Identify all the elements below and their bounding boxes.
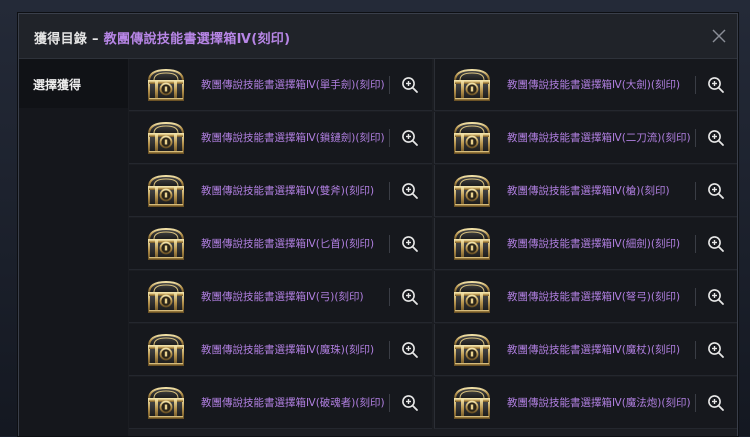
sidebar-item-label: 選擇獲得	[33, 78, 82, 92]
treasure-chest-icon	[146, 120, 186, 156]
reward-item-name: 教團傳說技能書選擇箱Ⅳ(破魂者)(刻印)	[201, 396, 385, 409]
reward-item-name: 教團傳說技能書選擇箱Ⅳ(魔杖)(刻印)	[507, 343, 681, 356]
reward-item[interactable]: 教團傳說技能書選擇箱Ⅳ(二刀流)(刻印)	[434, 112, 737, 164]
magnifier-zoom-icon[interactable]	[401, 288, 419, 306]
magnifier-zoom-icon[interactable]	[401, 394, 419, 412]
reward-item[interactable]: 教團傳說技能書選擇箱Ⅳ(大劍)(刻印)	[434, 59, 737, 111]
divider	[695, 235, 696, 253]
reward-item-name: 教團傳說技能書選擇箱Ⅳ(鎖鏈劍)(刻印)	[201, 131, 385, 144]
divider	[695, 76, 696, 94]
magnifier-zoom-icon[interactable]	[707, 341, 725, 359]
reward-item-name: 教團傳說技能書選擇箱Ⅳ(大劍)(刻印)	[507, 78, 681, 91]
treasure-chest-icon	[146, 173, 186, 209]
sidebar: 選擇獲得	[19, 59, 128, 436]
sidebar-item-choose-reward[interactable]: 選擇獲得	[19, 59, 128, 108]
dialog-title-prefix: 獲得目錄 –	[34, 32, 104, 47]
close-icon[interactable]	[711, 28, 727, 44]
treasure-chest-icon	[146, 332, 186, 368]
reward-item[interactable]: 教團傳說技能書選擇箱Ⅳ(魔杖)(刻印)	[434, 324, 737, 376]
divider	[695, 182, 696, 200]
treasure-chest-icon	[452, 226, 492, 262]
reward-item-name: 教團傳說技能書選擇箱Ⅳ(魔珠)(刻印)	[201, 343, 375, 356]
reward-item-name: 教團傳說技能書選擇箱Ⅳ(雙斧)(刻印)	[201, 184, 375, 197]
reward-item-name: 教團傳說技能書選擇箱Ⅳ(匕首)(刻印)	[201, 237, 375, 250]
divider	[695, 129, 696, 147]
magnifier-zoom-icon[interactable]	[401, 182, 419, 200]
reward-item[interactable]: 教團傳說技能書選擇箱Ⅳ(魔珠)(刻印)	[129, 324, 432, 376]
reward-item-name: 教團傳說技能書選擇箱Ⅳ(弩弓)(刻印)	[507, 290, 681, 303]
magnifier-zoom-icon[interactable]	[401, 129, 419, 147]
magnifier-zoom-icon[interactable]	[401, 235, 419, 253]
reward-item[interactable]: 教團傳說技能書選擇箱Ⅳ(鎖鏈劍)(刻印)	[129, 112, 432, 164]
dialog-title-item: 教團傳說技能書選擇箱Ⅳ(刻印)	[103, 32, 291, 47]
reward-item[interactable]: 教團傳說技能書選擇箱Ⅳ(單手劍)(刻印)	[129, 59, 432, 111]
divider	[389, 129, 390, 147]
divider	[695, 394, 696, 412]
magnifier-zoom-icon[interactable]	[707, 76, 725, 94]
reward-item-name: 教團傳說技能書選擇箱Ⅳ(魔法炮)(刻印)	[507, 396, 691, 409]
divider	[695, 288, 696, 306]
divider	[695, 341, 696, 359]
dialog-header: 獲得目錄 – 教團傳說技能書選擇箱Ⅳ(刻印)	[19, 14, 737, 59]
treasure-chest-icon	[452, 67, 492, 103]
reward-grid: 教團傳說技能書選擇箱Ⅳ(單手劍)(刻印) 教團傳說技能書選擇箱Ⅳ(大劍)(刻印)	[129, 59, 737, 437]
reward-list-dialog: 獲得目錄 – 教團傳說技能書選擇箱Ⅳ(刻印) 選擇獲得 教團傳說技能書選擇箱Ⅳ(…	[18, 13, 738, 436]
reward-item[interactable]: 教團傳說技能書選擇箱Ⅳ(魔法炮)(刻印)	[434, 377, 737, 429]
reward-item-name: 教團傳說技能書選擇箱Ⅳ(弓)(刻印)	[201, 290, 364, 303]
magnifier-zoom-icon[interactable]	[401, 76, 419, 94]
treasure-chest-icon	[146, 385, 186, 421]
treasure-chest-icon	[452, 173, 492, 209]
magnifier-zoom-icon[interactable]	[707, 394, 725, 412]
reward-item[interactable]: 教團傳說技能書選擇箱Ⅳ(匕首)(刻印)	[129, 218, 432, 270]
dialog-title: 獲得目錄 – 教團傳說技能書選擇箱Ⅳ(刻印)	[34, 28, 290, 47]
treasure-chest-icon	[146, 279, 186, 315]
treasure-chest-icon	[452, 120, 492, 156]
divider	[389, 341, 390, 359]
divider	[389, 235, 390, 253]
divider	[389, 76, 390, 94]
treasure-chest-icon	[452, 332, 492, 368]
magnifier-zoom-icon[interactable]	[401, 341, 419, 359]
magnifier-zoom-icon[interactable]	[707, 288, 725, 306]
treasure-chest-icon	[452, 279, 492, 315]
divider	[389, 182, 390, 200]
reward-item[interactable]: 教團傳說技能書選擇箱Ⅳ(雙斧)(刻印)	[129, 165, 432, 217]
magnifier-zoom-icon[interactable]	[707, 235, 725, 253]
reward-item-name: 教團傳說技能書選擇箱Ⅳ(槍)(刻印)	[507, 184, 670, 197]
reward-item-name: 教團傳說技能書選擇箱Ⅳ(單手劍)(刻印)	[201, 78, 385, 91]
divider	[389, 394, 390, 412]
reward-item[interactable]: 教團傳說技能書選擇箱Ⅳ(弩弓)(刻印)	[434, 271, 737, 323]
reward-item-name: 教團傳說技能書選擇箱Ⅳ(細劍)(刻印)	[507, 237, 681, 250]
treasure-chest-icon	[452, 385, 492, 421]
reward-item[interactable]: 教團傳說技能書選擇箱Ⅳ(細劍)(刻印)	[434, 218, 737, 270]
treasure-chest-icon	[146, 226, 186, 262]
magnifier-zoom-icon[interactable]	[707, 129, 725, 147]
reward-item[interactable]: 教團傳說技能書選擇箱Ⅳ(破魂者)(刻印)	[129, 377, 432, 429]
reward-item[interactable]: 教團傳說技能書選擇箱Ⅳ(弓)(刻印)	[129, 271, 432, 323]
divider	[389, 288, 390, 306]
magnifier-zoom-icon[interactable]	[707, 182, 725, 200]
reward-item-name: 教團傳說技能書選擇箱Ⅳ(二刀流)(刻印)	[507, 131, 691, 144]
reward-item[interactable]: 教團傳說技能書選擇箱Ⅳ(槍)(刻印)	[434, 165, 737, 217]
treasure-chest-icon	[146, 67, 186, 103]
